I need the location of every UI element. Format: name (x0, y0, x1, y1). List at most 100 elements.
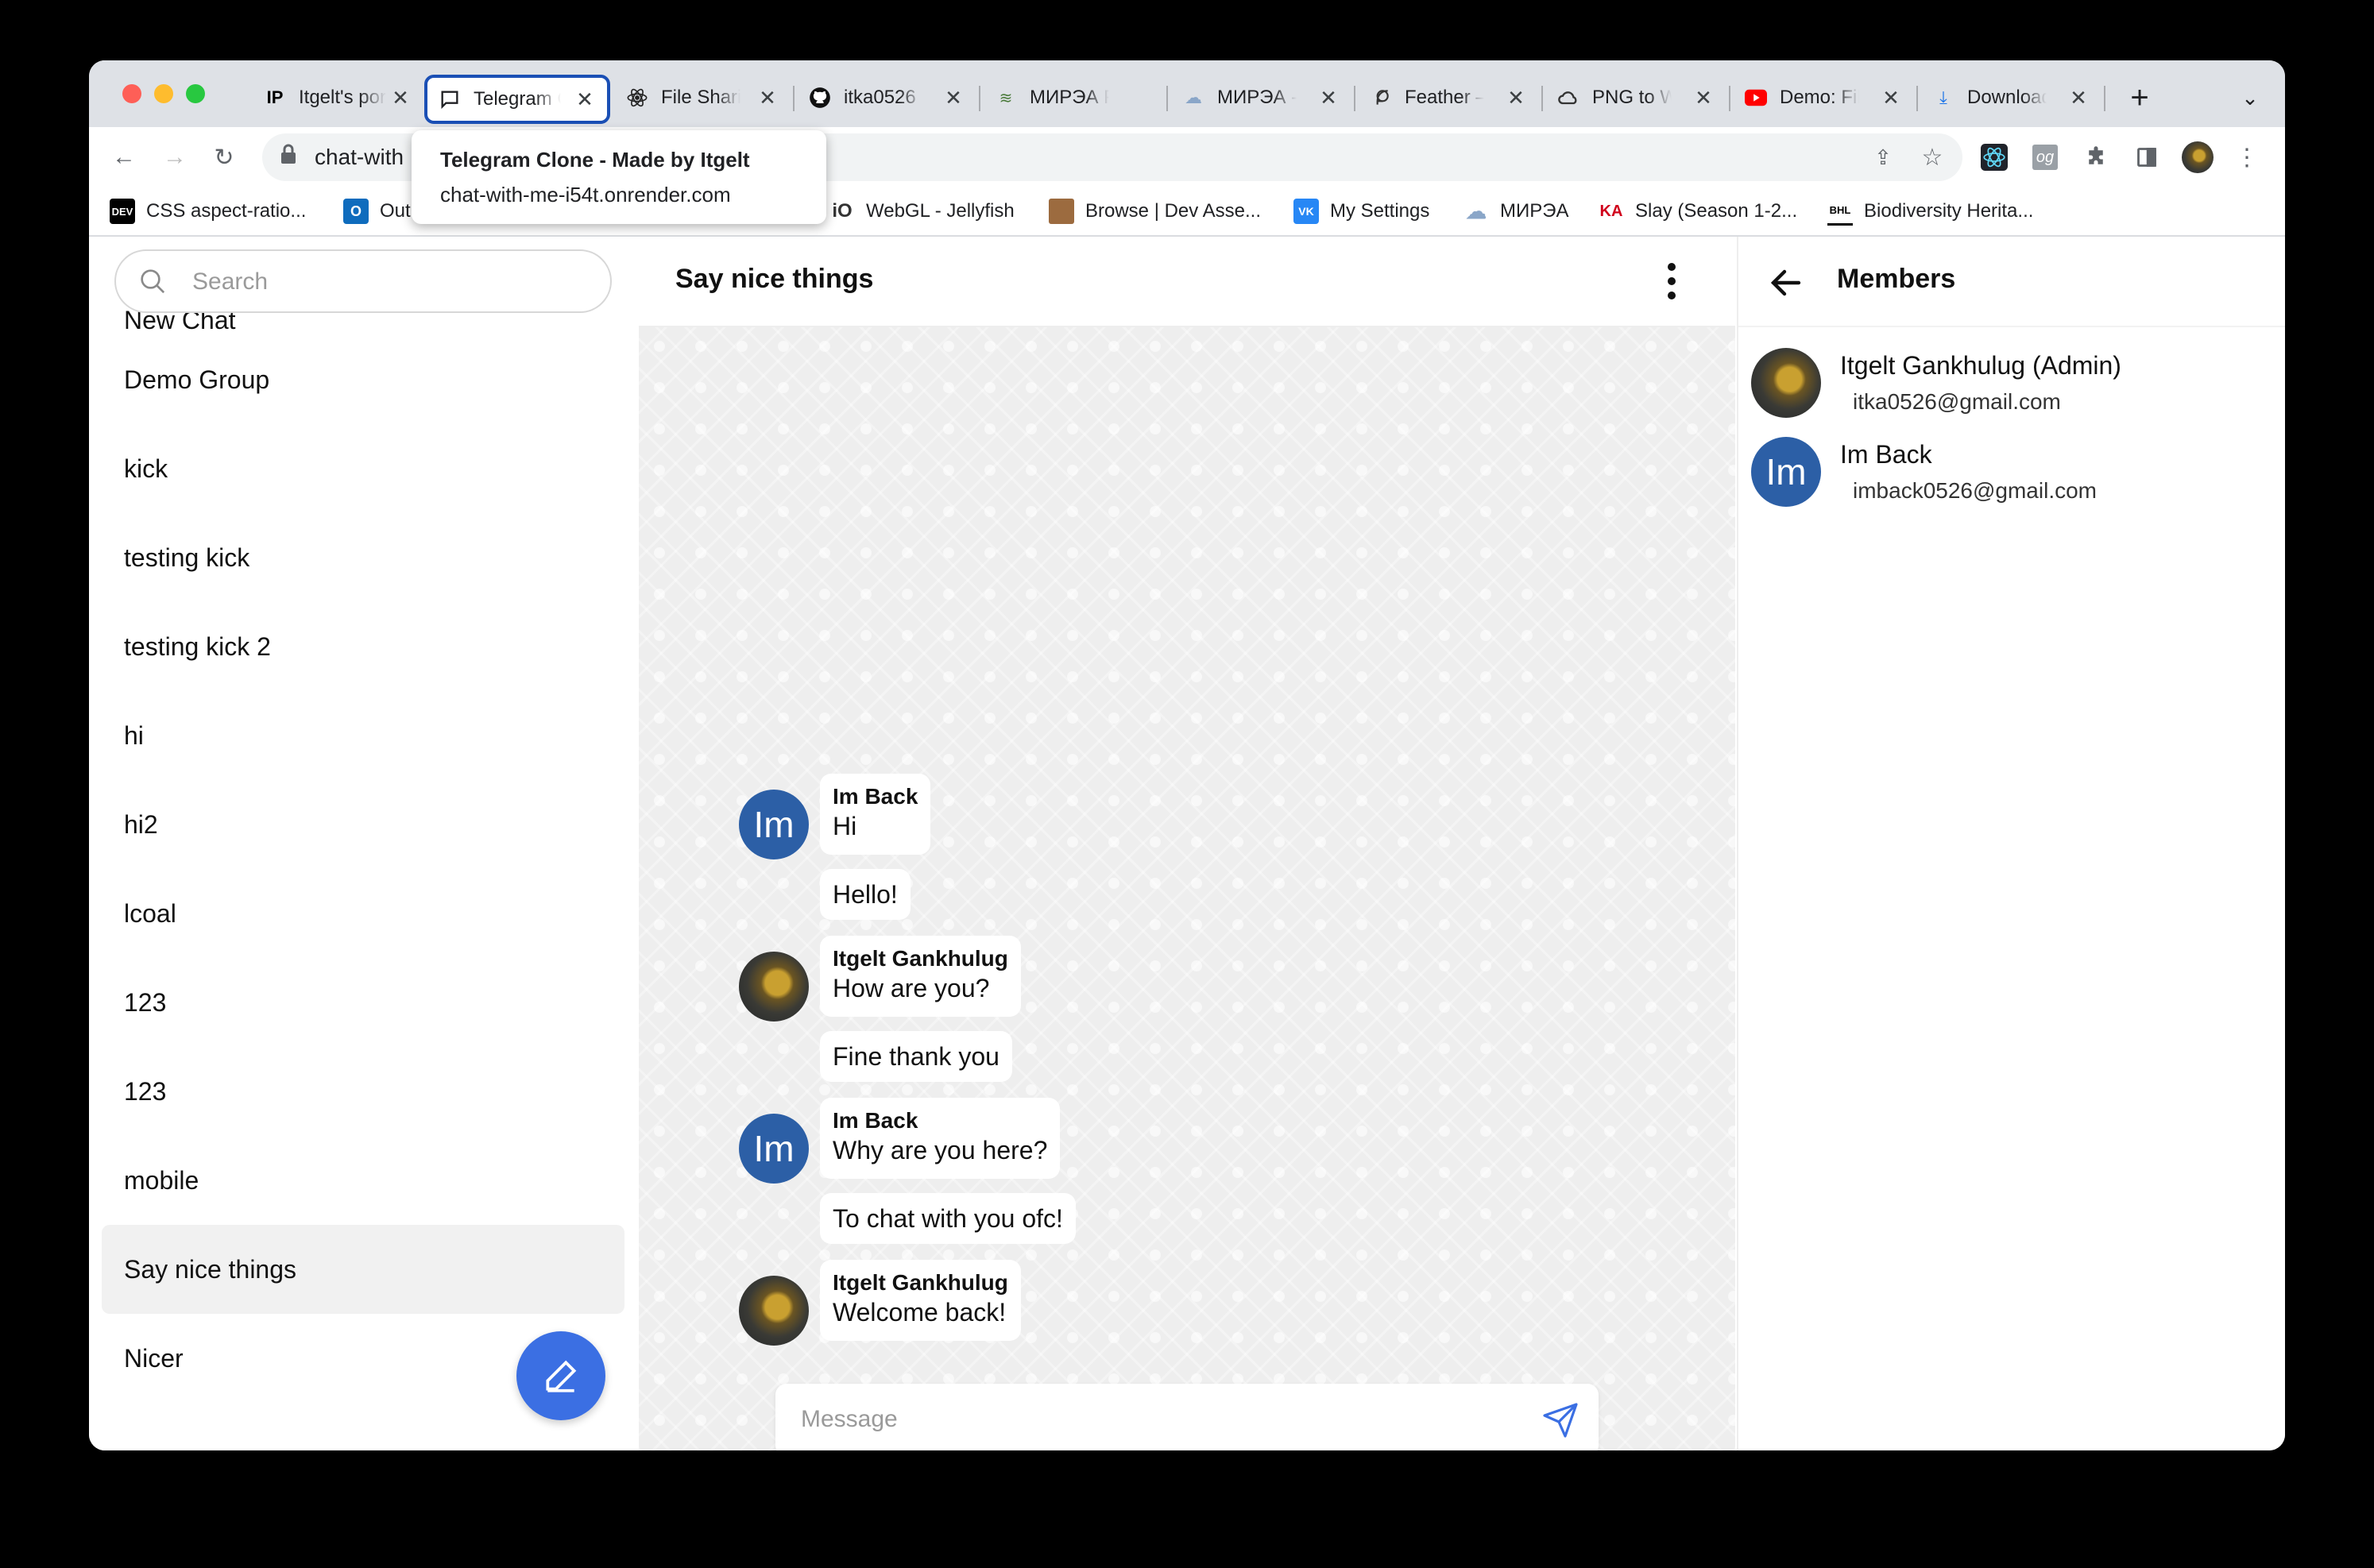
message-input[interactable]: Message (775, 1384, 1599, 1450)
vk-icon: VK (1293, 199, 1319, 224)
tab-github[interactable]: itka0526 ✕ (798, 73, 976, 122)
bookmark-star-icon[interactable]: ☆ (1912, 137, 1953, 178)
tab-hover-tooltip: Telegram Clone - Made by Itgelt chat-wit… (412, 130, 826, 224)
pencil-icon (546, 1360, 577, 1392)
chat-app: New Chat Demo Group kick testing kick te… (89, 237, 2285, 1450)
tab-title: МИРЭА Расписание (1030, 87, 1109, 108)
chat-list-item[interactable]: kick (102, 424, 624, 513)
tab-title: Demo: File sharing (1780, 87, 1859, 108)
message-text: Fine thank you (833, 1042, 999, 1071)
browser-window: IP Itgelt's portfolio ✕ Telegram Clone ✕… (89, 60, 2285, 1450)
tab-close-icon[interactable]: ✕ (1317, 86, 1340, 110)
chat-list-item[interactable]: 123 (102, 958, 624, 1047)
bookmark-dev-assets[interactable]: Browse | Dev Asse... (1049, 194, 1261, 229)
tab-close-icon[interactable]: ✕ (756, 86, 779, 110)
tab-mirea-schedule[interactable]: ≋ МИРЭА Расписание (984, 73, 1163, 122)
avatar[interactable]: Im (739, 1114, 809, 1184)
zoom-window-button[interactable] (186, 84, 205, 103)
feather-icon (1370, 87, 1392, 109)
tab-title: Telegram Clone (474, 88, 561, 110)
extensions-puzzle-icon[interactable] (2075, 137, 2117, 178)
tab-close-icon[interactable]: ✕ (389, 86, 412, 110)
chat-list-item[interactable]: 123 (102, 1047, 624, 1136)
lock-icon[interactable] (280, 143, 299, 167)
chat-list-item[interactable]: mobile (102, 1136, 624, 1225)
chat-header: Say nice things (639, 237, 1735, 327)
tab-close-icon[interactable]: ✕ (1692, 86, 1715, 110)
bookmark-css-aspect-ratio[interactable]: DEV CSS aspect-ratio... (110, 194, 306, 229)
message-bubble: Fine thank you (820, 1031, 1012, 1082)
forward-button[interactable]: → (154, 137, 195, 178)
message-sender: Im Back (833, 784, 918, 809)
back-button[interactable]: ← (103, 137, 145, 178)
avatar[interactable] (739, 1276, 809, 1346)
search-input[interactable]: Search (114, 249, 612, 313)
bookmark-mirea[interactable]: ☁ МИРЭА (1463, 194, 1569, 229)
member-name[interactable]: Itgelt Gankhulug (Admin) (1840, 351, 2121, 380)
chat-menu-icon[interactable] (1664, 261, 1680, 302)
close-window-button[interactable] (122, 84, 141, 103)
bookmark-webgl-jellyfish[interactable]: iO WebGL - Jellyfish (829, 194, 1014, 229)
chat-list-item[interactable]: testing kick 2 (102, 602, 624, 691)
mirea-cloud-icon: ☁ (1466, 199, 1487, 223)
chat-list-item-selected[interactable]: Say nice things (102, 1225, 624, 1314)
tab-png-to-webp[interactable]: PNG to WebP ✕ (1546, 73, 1726, 122)
new-chat-button[interactable] (516, 1331, 605, 1420)
bookmark-outlook[interactable]: O Out (343, 194, 411, 229)
profile-avatar[interactable] (2177, 137, 2218, 178)
tab-close-icon[interactable]: ✕ (1880, 86, 1902, 110)
tab-file-sharing[interactable]: File Sharing ✕ (615, 73, 790, 122)
chat-list-item[interactable]: testing kick (102, 513, 624, 602)
reload-button[interactable]: ↻ (203, 137, 245, 178)
side-panel-icon[interactable] (2126, 137, 2167, 178)
tab-title: Downloads (1967, 87, 2047, 108)
mirea-icon: ≋ (999, 89, 1013, 107)
tab-mirea[interactable]: ☁ МИРЭА - ✕ (1171, 73, 1351, 122)
message-text: Hi (833, 812, 857, 840)
react-devtools-icon[interactable] (1974, 137, 2015, 178)
message-text: How are you? (833, 974, 990, 1002)
ka-icon: KA (1599, 202, 1623, 220)
message-text: Hello! (833, 880, 898, 909)
tab-close-icon[interactable]: ✕ (942, 86, 965, 110)
tab-title: МИРЭА - (1217, 87, 1297, 108)
bookmark-slay[interactable]: KA Slay (Season 1-2... (1599, 194, 1798, 229)
member-avatar[interactable]: Im (1751, 437, 1821, 507)
github-icon (809, 87, 831, 109)
tab-portfolio[interactable]: IP Itgelt's portfolio ✕ (253, 73, 423, 122)
og-extension-icon[interactable]: og (2024, 137, 2066, 178)
browser-menu-icon[interactable]: ⋮ (2226, 137, 2268, 178)
chat-list-item[interactable]: hi2 (102, 780, 624, 869)
share-icon[interactable]: ⇪ (1862, 137, 1904, 178)
minimize-window-button[interactable] (154, 84, 173, 103)
bookmark-biodiversity[interactable]: BHL Biodiversity Herita... (1827, 194, 2033, 229)
tab-close-icon[interactable]: ✕ (574, 87, 596, 112)
member-name[interactable]: Im Back (1840, 440, 1932, 469)
chat-list: New Chat Demo Group kick testing kick te… (102, 306, 624, 1403)
url-text[interactable]: chat-with (315, 145, 404, 170)
tab-title: PNG to WebP (1592, 87, 1672, 108)
tab-demo-youtube[interactable]: Demo: File sharing ✕ (1734, 73, 1913, 122)
tab-search-chevron-icon[interactable]: ⌄ (2234, 78, 2266, 118)
chat-list-item[interactable]: lcoal (102, 869, 624, 958)
back-arrow-icon[interactable] (1767, 264, 1805, 302)
tab-close-icon[interactable]: ✕ (1505, 86, 1527, 110)
members-title: Members (1837, 264, 1956, 294)
bookmark-my-settings[interactable]: VK My Settings (1293, 194, 1429, 229)
tab-downloads[interactable]: ⤓ Downloads ✕ (1921, 73, 2101, 122)
chat-list-item[interactable]: hi (102, 691, 624, 780)
tab-feather[interactable]: Feather – Simply beautiful ✕ (1359, 73, 1538, 122)
message-bubble: To chat with you ofc! (820, 1193, 1076, 1244)
send-icon[interactable] (1541, 1401, 1579, 1439)
member-avatar[interactable] (1751, 348, 1821, 418)
tab-telegram-clone[interactable]: Telegram Clone ✕ (424, 75, 610, 124)
message-sender: Itgelt Gankhulug (833, 946, 1008, 971)
tab-close-icon[interactable]: ✕ (2067, 86, 2090, 110)
new-tab-button[interactable]: + (2120, 78, 2159, 118)
avatar[interactable]: Im (739, 790, 809, 859)
chat-list-item[interactable]: Demo Group (102, 335, 624, 424)
avatar[interactable] (739, 952, 809, 1022)
chat-background (639, 326, 1735, 1450)
tooltip-url: chat-with-me-i54t.onrender.com (440, 183, 731, 207)
box-icon (1049, 199, 1074, 224)
